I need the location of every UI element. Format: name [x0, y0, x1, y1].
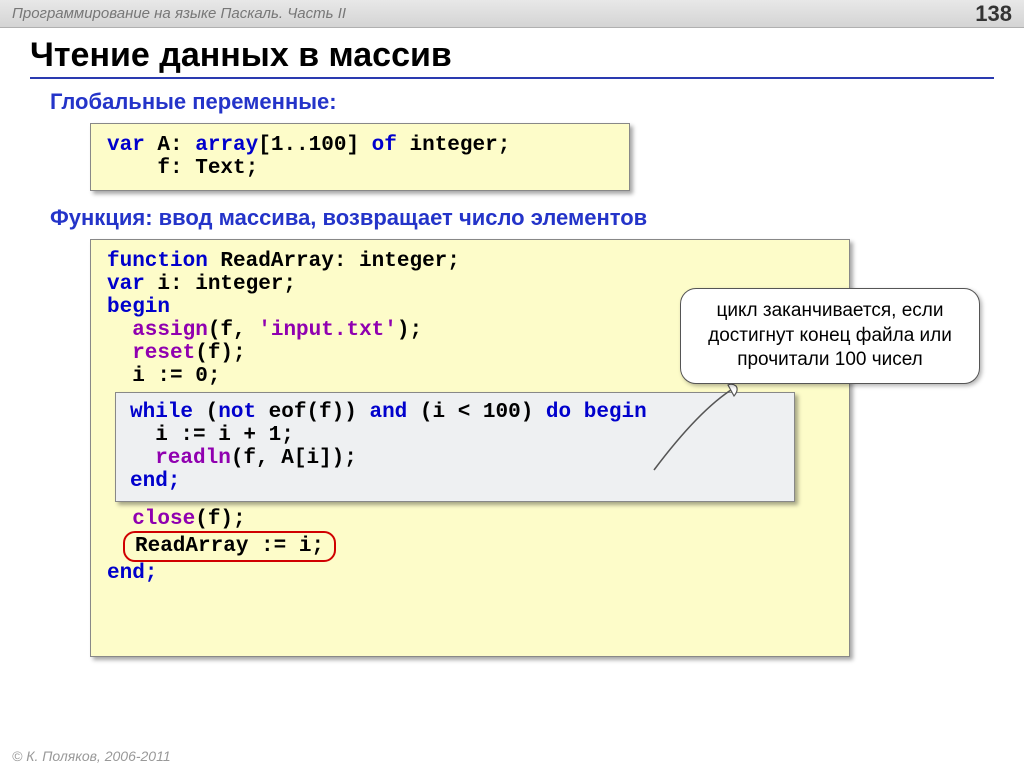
result-assignment: ReadArray := i;	[123, 531, 336, 562]
code-block-globals: var A: array[1..100] of integer; f: Text…	[90, 123, 630, 191]
callout-tail-icon	[644, 380, 764, 480]
slide-title: Чтение данных в массив	[30, 36, 994, 79]
topbar: Программирование на языке Паскаль. Часть…	[0, 0, 1024, 28]
footer-copyright: © К. Поляков, 2006-2011	[12, 748, 171, 764]
page-number: 138	[975, 1, 1012, 27]
subhead-function: Функция: ввод массива, возвращает число …	[50, 205, 994, 231]
subhead-globals: Глобальные переменные:	[50, 89, 994, 115]
callout-bubble: цикл заканчивается, если достигнут конец…	[680, 288, 980, 384]
topbar-title: Программирование на языке Паскаль. Часть…	[12, 5, 346, 22]
